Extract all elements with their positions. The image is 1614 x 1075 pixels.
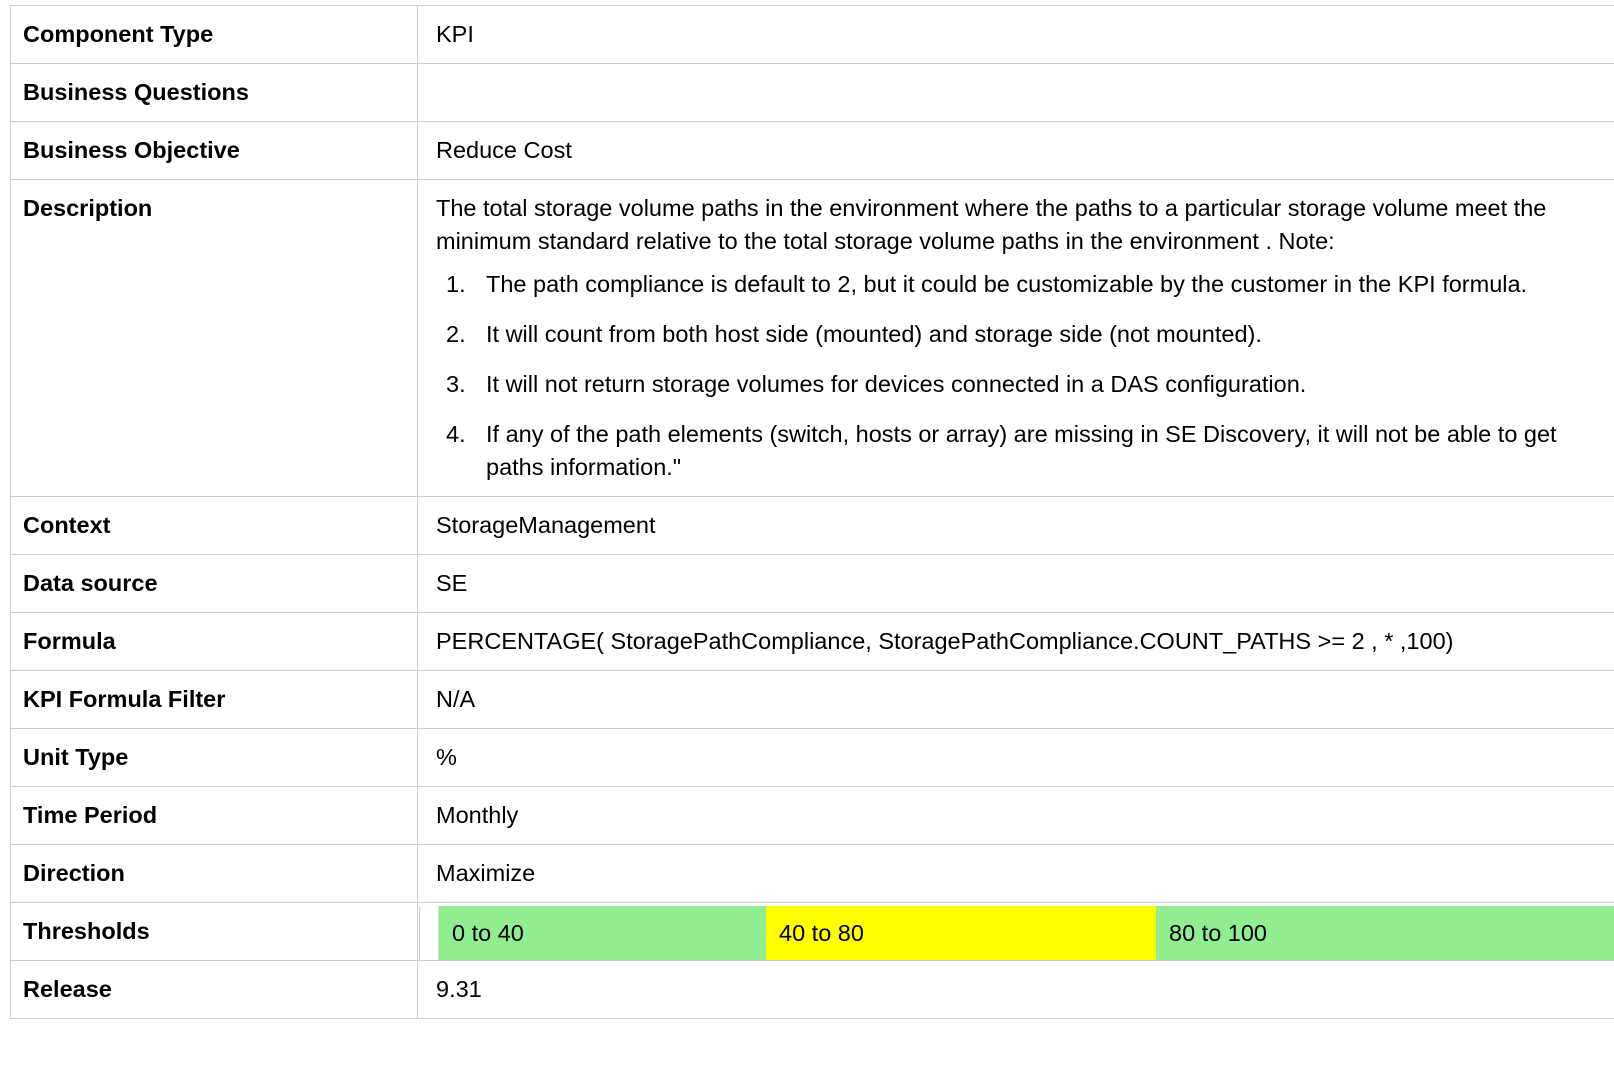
label-business-objective: Business Objective <box>10 121 418 180</box>
label-direction: Direction <box>10 844 418 903</box>
row-component-type: Component Type KPI <box>10 5 1614 64</box>
value-kpi-formula-filter: N/A <box>417 670 1614 729</box>
description-notes: 1. The path compliance is default to 2, … <box>436 268 1611 484</box>
label-release: Release <box>10 960 418 1019</box>
note-item: 2. It will count from both host side (mo… <box>436 318 1611 351</box>
note-text: The path compliance is default to 2, but… <box>486 271 1528 297</box>
value-business-objective: Reduce Cost <box>417 121 1614 180</box>
label-time-period: Time Period <box>10 786 418 845</box>
row-data-source: Data source SE <box>10 554 1614 613</box>
label-description: Description <box>10 179 418 497</box>
row-formula: Formula PERCENTAGE( StoragePathComplianc… <box>10 612 1614 671</box>
label-kpi-formula-filter: KPI Formula Filter <box>10 670 418 729</box>
value-data-source: SE <box>417 554 1614 613</box>
value-unit-type: % <box>417 728 1614 787</box>
value-description: The total storage volume paths in the en… <box>417 179 1614 497</box>
row-time-period: Time Period Monthly <box>10 786 1614 845</box>
label-business-questions: Business Questions <box>10 63 418 122</box>
label-formula: Formula <box>10 612 418 671</box>
row-thresholds: Thresholds 0 to 40 40 to 80 80 to 100 <box>10 902 1614 961</box>
row-description: Description The total storage volume pat… <box>10 179 1614 497</box>
row-context: Context StorageManagement <box>10 496 1614 555</box>
label-unit-type: Unit Type <box>10 728 418 787</box>
value-business-questions <box>417 63 1614 122</box>
note-item: 3. It will not return storage volumes fo… <box>436 368 1611 401</box>
note-number: 1. <box>446 271 466 297</box>
label-context: Context <box>10 496 418 555</box>
threshold-band-mid: 40 to 80 <box>766 906 1156 960</box>
threshold-bar-spacer <box>420 906 439 960</box>
label-component-type: Component Type <box>10 5 418 64</box>
value-context: StorageManagement <box>417 496 1614 555</box>
threshold-bar: 0 to 40 40 to 80 80 to 100 <box>419 906 1614 960</box>
threshold-band-high: 80 to 100 <box>1156 906 1614 960</box>
row-unit-type: Unit Type % <box>10 728 1614 787</box>
note-text: If any of the path elements (switch, hos… <box>486 421 1557 480</box>
value-direction: Maximize <box>417 844 1614 903</box>
value-formula: PERCENTAGE( StoragePathCompliance, Stora… <box>417 612 1614 671</box>
value-time-period: Monthly <box>417 786 1614 845</box>
label-data-source: Data source <box>10 554 418 613</box>
note-text: It will count from both host side (mount… <box>486 321 1262 347</box>
note-text: It will not return storage volumes for d… <box>486 371 1307 397</box>
kpi-details-table: Component Type KPI Business Questions Bu… <box>10 5 1614 1019</box>
row-kpi-formula-filter: KPI Formula Filter N/A <box>10 670 1614 729</box>
note-number: 2. <box>446 321 466 347</box>
description-text: The total storage volume paths in the en… <box>436 195 1547 254</box>
value-thresholds: 0 to 40 40 to 80 80 to 100 <box>417 902 1614 961</box>
value-release: 9.31 <box>417 960 1614 1019</box>
threshold-band-low: 0 to 40 <box>439 906 766 960</box>
note-item: 4. If any of the path elements (switch, … <box>436 418 1611 484</box>
row-direction: Direction Maximize <box>10 844 1614 903</box>
row-business-questions: Business Questions <box>10 63 1614 122</box>
row-business-objective: Business Objective Reduce Cost <box>10 121 1614 180</box>
label-thresholds: Thresholds <box>10 902 418 961</box>
note-item: 1. The path compliance is default to 2, … <box>436 268 1611 301</box>
value-component-type: KPI <box>417 5 1614 64</box>
row-release: Release 9.31 <box>10 960 1614 1019</box>
note-number: 4. <box>446 421 466 447</box>
note-number: 3. <box>446 371 466 397</box>
